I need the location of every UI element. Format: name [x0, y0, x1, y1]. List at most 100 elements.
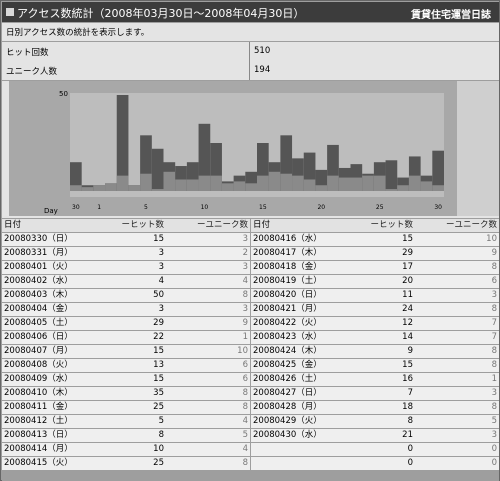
cell-hits: 0 — [355, 443, 415, 457]
cell-date: 20080421（月） — [251, 303, 355, 317]
cell-hits: 3 — [106, 247, 166, 261]
unique-bar — [245, 183, 257, 191]
unique-bar — [420, 181, 433, 191]
site-name: 賃貸住宅運営日誌 — [411, 10, 491, 21]
x-tick-label: 30 — [434, 204, 442, 211]
table-row: 20080410（木） 35 8 — [2, 387, 250, 401]
table-row: 20080409（水） 15 6 — [2, 373, 250, 387]
cell-hits: 15 — [355, 233, 415, 247]
unique-bar — [151, 189, 164, 191]
table-row: 20080427（日） 7 3 — [251, 387, 499, 401]
cell-hits: 12 — [355, 317, 415, 331]
table-row: 20080412（土） 5 4 — [2, 415, 250, 429]
cell-uniques: 6 — [166, 373, 250, 387]
cell-uniques: 9 — [166, 317, 250, 331]
cell-uniques: 10 — [166, 345, 250, 359]
cell-date: 20080402（水） — [2, 275, 106, 289]
table-row: 20080419（土） 20 6 — [251, 275, 499, 289]
data-tables: 日付 ーヒット数 ーユニーク数 20080330（日） 15 3 20080331（月… — [2, 219, 499, 481]
stat-label-hits: ヒット回数 — [2, 42, 250, 61]
cell-hits: 14 — [355, 331, 415, 345]
table-row: 20080424（木） 9 8 — [251, 345, 499, 359]
x-tick-label: 5 — [144, 204, 148, 211]
cell-uniques: 7 — [415, 331, 499, 345]
cell-date: 20080416（水） — [251, 233, 355, 247]
cell-uniques: 3 — [166, 303, 250, 317]
table-row: 20080417（木） 29 9 — [251, 247, 499, 261]
cell-date: 20080331（月） — [2, 247, 106, 261]
cell-hits: 20 — [355, 275, 415, 289]
cell-date: 20080417（木） — [251, 247, 355, 261]
table-row: 20080406（日） 22 1 — [2, 331, 250, 345]
cell-date: 20080425（金） — [251, 359, 355, 373]
cell-uniques: 3 — [166, 261, 250, 275]
cell-hits: 9 — [355, 345, 415, 359]
table-row: 20080428（月） 18 8 — [251, 401, 499, 415]
cell-uniques: 5 — [166, 429, 250, 443]
unique-bar — [233, 181, 246, 191]
cell-hits: 50 — [106, 289, 166, 303]
cell-date: 20080406（日） — [2, 331, 106, 345]
unique-bar — [257, 175, 269, 191]
cell-date: 20080408（火） — [2, 359, 106, 373]
table-row: 20080408（火） 13 6 — [2, 359, 250, 373]
cell-hits: 24 — [355, 303, 415, 317]
unique-bar — [327, 175, 339, 191]
unique-bar — [362, 175, 374, 191]
cell-date: 20080429（火） — [251, 415, 355, 429]
hits-bar — [432, 150, 444, 191]
cell-date: 20080401（火） — [2, 261, 106, 275]
unique-bar — [116, 175, 129, 191]
cell-hits: 29 — [106, 317, 166, 331]
unique-bar — [105, 183, 117, 191]
cell-hits: 22 — [106, 331, 166, 345]
table-left: 日付 ーヒット数 ーユニーク数 20080330（日） 15 3 20080331（月… — [2, 219, 250, 471]
unique-bar — [186, 179, 199, 191]
hits-bar — [151, 148, 164, 191]
x-tick-label: 1 — [97, 204, 101, 211]
table-row: 20080430（水） 21 3 — [251, 429, 499, 443]
table-row: 20080414（月） 10 4 — [2, 443, 250, 457]
cell-hits: 25 — [106, 401, 166, 415]
cell-hits: 15 — [106, 373, 166, 387]
cell-date: 20080414（月） — [2, 443, 106, 457]
table-row: 20080402（水） 4 4 — [2, 275, 250, 289]
table-row: 20080403（木） 50 8 — [2, 289, 250, 303]
table-right: 日付 ーヒット数 ーユニーク数 20080416（水） 15 10 20080417（… — [251, 219, 499, 471]
table-row: 20080425（金） 15 8 — [251, 359, 499, 373]
unique-bar — [432, 185, 444, 191]
cell-date: 20080415（火） — [2, 457, 106, 471]
unique-bar — [70, 185, 82, 191]
square-icon — [6, 8, 14, 16]
header-hits: ーヒット数 — [355, 219, 415, 233]
cell-hits: 3 — [106, 261, 166, 275]
cell-uniques: 1 — [415, 373, 499, 387]
stats-window: アクセス数統計（2008年03月30日～2008年04月30日） 賃貸住宅運営日… — [0, 0, 500, 481]
unique-bar — [385, 189, 398, 191]
x-tick-label: 25 — [376, 204, 384, 211]
page-title: アクセス数統計（2008年03月30日～2008年04月30日） — [17, 7, 305, 20]
cell-uniques: 7 — [415, 317, 499, 331]
cell-uniques: 10 — [415, 233, 499, 247]
stat-value-hits: 510 — [254, 46, 271, 56]
table-row: 20080411（金） 25 8 — [2, 401, 250, 415]
table-row: 20080420（日） 11 3 — [251, 289, 499, 303]
cell-date: 20080411（金） — [2, 401, 106, 415]
cell-date: 20080427（日） — [251, 387, 355, 401]
unique-bar — [198, 175, 211, 191]
cell-hits: 21 — [355, 429, 415, 443]
cell-uniques: 8 — [415, 401, 499, 415]
cell-uniques: 4 — [166, 275, 250, 289]
cell-date: 20080412（土） — [2, 415, 106, 429]
cell-date: 20080430（水） — [251, 429, 355, 443]
cell-date — [251, 443, 355, 457]
table-row: 20080330（日） 15 3 — [2, 233, 250, 247]
cell-date: 20080410（木） — [2, 387, 106, 401]
cell-uniques: 8 — [415, 303, 499, 317]
cell-hits: 29 — [355, 247, 415, 261]
unique-bar — [268, 171, 281, 191]
unique-bar — [210, 175, 222, 191]
cell-hits: 15 — [106, 345, 166, 359]
cell-date: 20080405（土） — [2, 317, 106, 331]
unique-bar — [128, 185, 141, 191]
